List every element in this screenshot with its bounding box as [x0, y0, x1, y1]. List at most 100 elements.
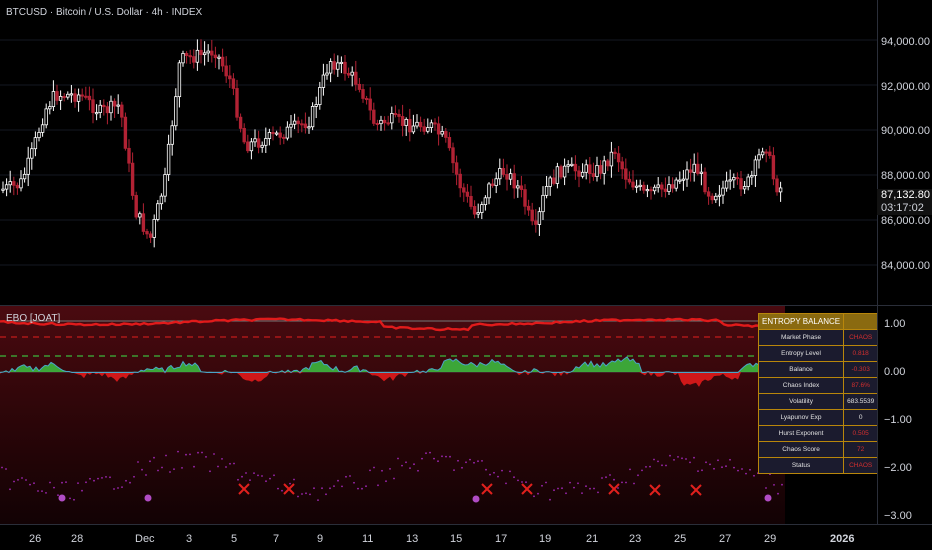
- candle-body: [105, 106, 110, 114]
- candle-body: [361, 89, 365, 99]
- candle-body: [487, 183, 491, 199]
- chaos-dot: [773, 484, 775, 486]
- row-value-chaos-index: 87.6%: [843, 377, 879, 394]
- candle-body: [400, 116, 405, 126]
- candle-body: [264, 138, 268, 146]
- row-value-status: CHAOS: [843, 457, 879, 474]
- chaos-dot: [645, 466, 647, 468]
- candle-body: [174, 96, 178, 127]
- candle-body: [703, 171, 707, 193]
- chaos-dot: [577, 482, 579, 485]
- chaos-dot: [605, 476, 607, 479]
- candle-body: [616, 153, 621, 163]
- chaos-dot: [725, 465, 727, 468]
- chaos-dot: [753, 474, 755, 477]
- chaos-dot: [365, 485, 367, 488]
- time-tick-21: 21: [586, 533, 599, 545]
- chaos-dot: [513, 476, 515, 479]
- candle-body: [670, 184, 675, 189]
- candle-body: [721, 187, 725, 196]
- candle-body: [606, 160, 610, 167]
- candle-body: [685, 169, 689, 180]
- chaos-dot: [685, 458, 687, 460]
- chaos-dot: [241, 475, 243, 478]
- chaos-dot: [449, 455, 451, 458]
- candle-body: [393, 113, 398, 116]
- chaos-dot: [293, 478, 295, 481]
- row-value-market-phase: CHAOS: [843, 329, 879, 346]
- price-chart[interactable]: [0, 0, 877, 305]
- chaos-dot: [401, 464, 403, 467]
- candle-body: [490, 183, 495, 186]
- candle-body: [696, 163, 700, 174]
- countdown-timer: 03:17:02: [881, 202, 924, 214]
- chaos-dot: [637, 474, 639, 477]
- candle-body: [728, 179, 732, 182]
- last-price-badge: 87,132.80 03:17:02: [877, 189, 932, 215]
- chaos-dot: [61, 481, 63, 484]
- candle-body: [267, 132, 272, 139]
- candle-body: [8, 181, 12, 186]
- chaos-dot: [213, 453, 215, 455]
- candle-body: [516, 185, 520, 189]
- chaos-dot: [461, 466, 463, 469]
- candle-body: [37, 132, 41, 139]
- candle-body: [739, 178, 743, 190]
- candle-body: [433, 122, 437, 125]
- chaos-dot: [265, 480, 267, 483]
- candle-body: [519, 185, 524, 190]
- candle-body: [537, 211, 542, 225]
- candle-body: [598, 165, 603, 174]
- candle-body: [375, 122, 380, 125]
- row-key-chaos-index: Chaos Index: [757, 377, 845, 394]
- chaos-dot: [373, 466, 375, 469]
- chaos-dot: [553, 489, 555, 492]
- candle-body: [732, 177, 736, 181]
- candle-body: [573, 163, 578, 172]
- candle-body: [192, 56, 196, 63]
- candle-body: [652, 186, 657, 192]
- chaos-signal-dot: [764, 494, 772, 502]
- candle-body: [138, 213, 142, 218]
- ind-tick-minus3: −3.00: [884, 510, 912, 522]
- chaos-dot: [233, 462, 235, 465]
- candle-body: [123, 116, 128, 149]
- chaos-dot: [145, 474, 147, 476]
- candle-body: [552, 177, 556, 184]
- indicator-label[interactable]: EBO [JOAT]: [6, 313, 60, 324]
- price-tick-92000: 92,000.00: [881, 81, 930, 93]
- chaos-dot: [601, 477, 603, 479]
- candlesticks: [1, 39, 783, 248]
- candle-body: [80, 94, 84, 97]
- candle-body: [44, 108, 48, 126]
- candle-body: [166, 143, 171, 175]
- chaos-dot: [537, 492, 539, 495]
- chaos-dot: [37, 490, 39, 492]
- chaos-dot: [29, 483, 31, 486]
- candle-body: [483, 197, 488, 205]
- candle-body: [220, 56, 225, 67]
- entropy-balance-table: ENTROPY BALANCE Market Phase CHAOS Entrop…: [757, 313, 879, 474]
- candle-body: [649, 189, 653, 192]
- candle-body: [300, 123, 304, 126]
- candle-body: [368, 98, 372, 111]
- indicator-pane[interactable]: [0, 306, 877, 524]
- chaos-dot: [225, 466, 227, 468]
- chaos-dot: [673, 459, 675, 461]
- chaos-dot: [221, 458, 223, 460]
- chaos-dot: [573, 486, 575, 489]
- time-tick-9: 9: [317, 533, 324, 545]
- candle-body: [422, 126, 426, 132]
- chaos-dot: [69, 497, 71, 500]
- chaos-dot: [405, 461, 407, 464]
- candle-body: [440, 131, 444, 135]
- chaos-dot: [565, 492, 567, 495]
- candle-body: [94, 112, 99, 115]
- chaos-dot: [441, 455, 443, 458]
- candle-body: [541, 194, 545, 213]
- candle-body: [112, 100, 117, 107]
- chaos-dot: [325, 493, 327, 496]
- candle-body: [217, 56, 221, 59]
- candle-body: [476, 212, 480, 215]
- candle-body: [667, 184, 671, 192]
